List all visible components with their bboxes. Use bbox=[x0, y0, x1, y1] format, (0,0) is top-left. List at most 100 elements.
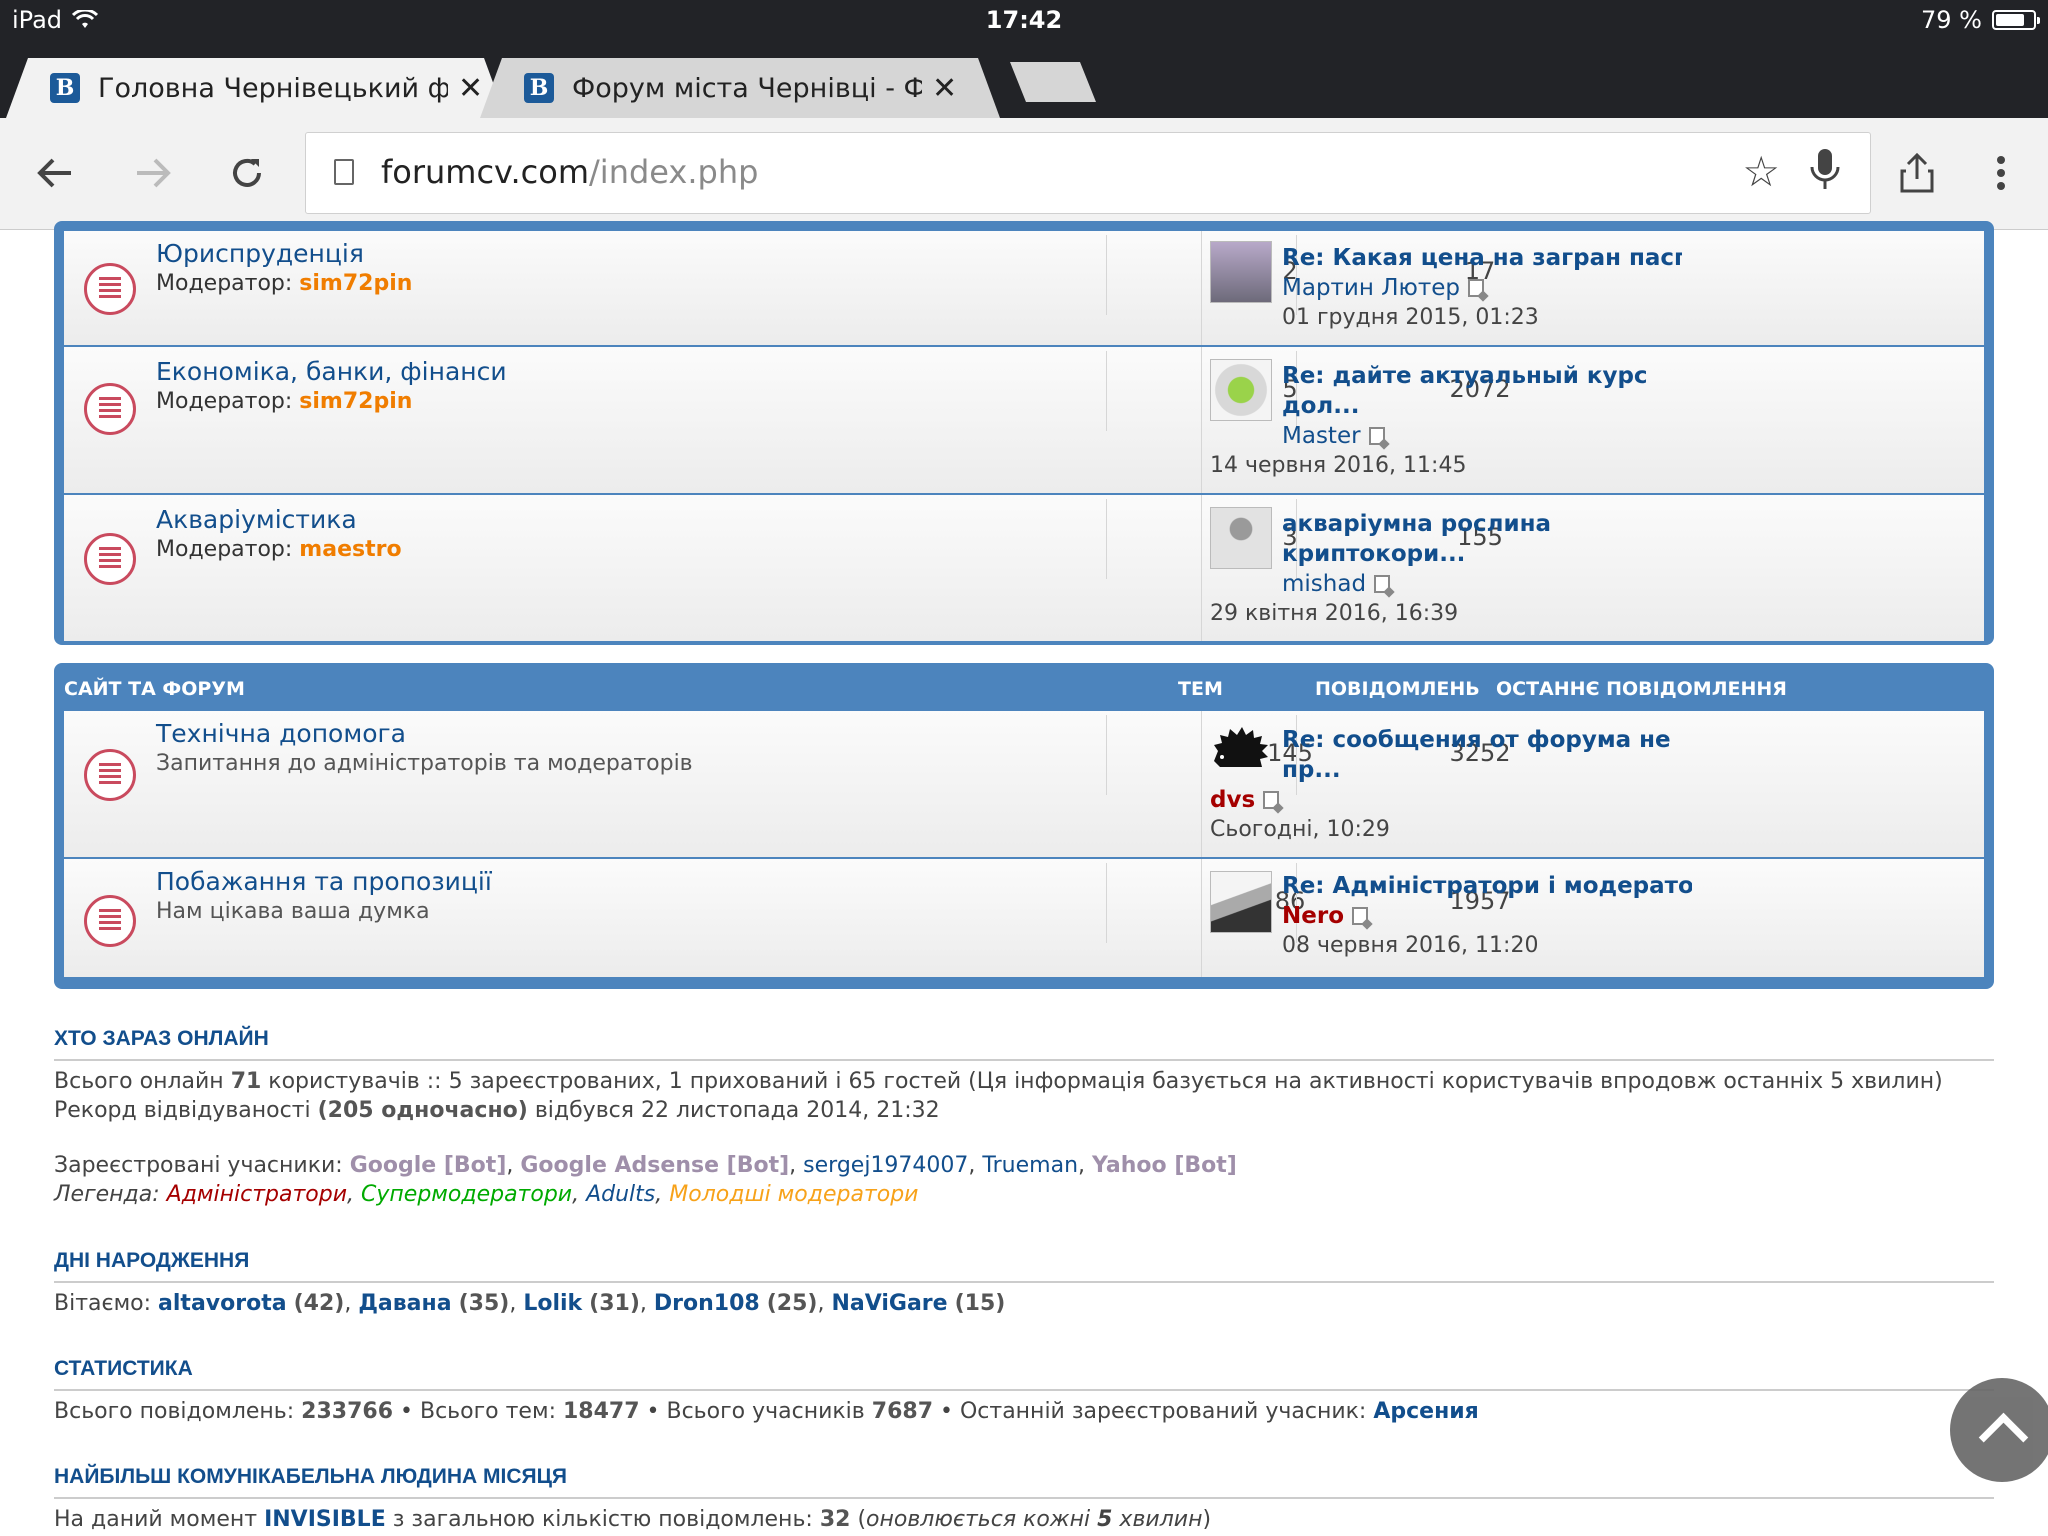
tab-forum[interactable]: В Форум міста Чернівці - Фо ✕ bbox=[480, 58, 1000, 118]
avatar[interactable] bbox=[1210, 241, 1272, 303]
last-post-title[interactable]: акваріумна рослина криптокори... bbox=[1282, 509, 1702, 569]
forum-read-icon bbox=[84, 749, 136, 801]
forum-title[interactable]: Юриспруденція bbox=[156, 239, 364, 268]
scroll-to-top-button[interactable] bbox=[1950, 1378, 2048, 1482]
forum-row[interactable]: Юриспруденція Модератор: sim72pin 2 17 R… bbox=[64, 231, 1984, 347]
forum-moderator: Модератор: sim72pin bbox=[156, 389, 413, 414]
go-to-post-icon[interactable] bbox=[1352, 907, 1368, 925]
top-poster-section: НАЙБІЛЬШ КОМУНІКАБЕЛЬНА ЛЮДИНА МІСЯЦЯ На… bbox=[54, 1465, 1994, 1534]
legend-admins[interactable]: Адміністратори bbox=[167, 1182, 347, 1207]
forum-title[interactable]: Побажання та пропозиції bbox=[156, 867, 492, 896]
last-post-title[interactable]: Re: Какая цена на загран пасп... bbox=[1282, 243, 1682, 273]
forum-row[interactable]: Економіка, банки, фінанси Модератор: sim… bbox=[64, 347, 1984, 495]
battery-fill bbox=[1996, 14, 2025, 26]
user-link[interactable]: Lolik bbox=[523, 1291, 582, 1316]
avatar[interactable] bbox=[1210, 507, 1272, 569]
statistics-line: Всього повідомлень: 233766 • Всього тем:… bbox=[54, 1399, 1479, 1424]
section-heading: СТАТИСТИКА bbox=[54, 1357, 1994, 1391]
last-post-title[interactable]: Re: сообщения от форума не пр... bbox=[1282, 725, 1702, 785]
user-link[interactable]: INVISIBLE bbox=[264, 1507, 386, 1532]
online-summary: Всього онлайн 71 користувачів :: 5 зареє… bbox=[54, 1069, 1943, 1094]
forum-title[interactable]: Технічна допомога bbox=[156, 719, 406, 748]
forum-read-icon bbox=[84, 533, 136, 585]
last-post-user[interactable]: Master bbox=[1282, 423, 1385, 449]
user-link[interactable]: Google [Bot] bbox=[350, 1153, 507, 1178]
newest-member-link[interactable]: Арсения bbox=[1373, 1399, 1478, 1424]
forum-read-icon bbox=[84, 263, 136, 315]
go-to-post-icon[interactable] bbox=[1468, 279, 1485, 297]
more-vertical-icon bbox=[1997, 156, 2005, 190]
forum-row[interactable]: Побажання та пропозиції Нам цікава ваша … bbox=[64, 859, 1984, 977]
url-path: /index.php bbox=[589, 153, 759, 191]
last-post-title[interactable]: Re: дайте актуальный курс дол... bbox=[1282, 361, 1702, 421]
tab-home[interactable]: В Головна Чернівецький фор ✕ bbox=[6, 58, 506, 118]
share-icon bbox=[1900, 153, 1934, 193]
url-text: forumcv.com/index.php bbox=[381, 153, 758, 191]
microphone-icon[interactable] bbox=[1808, 147, 1842, 197]
user-link[interactable]: sergej1974007 bbox=[803, 1153, 968, 1178]
last-post-user[interactable]: dvs bbox=[1210, 787, 1280, 813]
forum-row[interactable]: Акваріумістика Модератор: maestro 3 155 … bbox=[64, 495, 1984, 641]
category-title[interactable]: САЙТ ТА ФОРУМ bbox=[64, 678, 245, 700]
last-post-user[interactable]: mishad bbox=[1282, 571, 1391, 597]
last-post-date: 14 червня 2016, 11:45 bbox=[1210, 453, 1467, 478]
hedgehog-avatar-icon[interactable] bbox=[1210, 727, 1270, 775]
legend-junior-mods[interactable]: Молодші модератори bbox=[669, 1182, 918, 1207]
address-bar[interactable]: forumcv.com/index.php ☆ bbox=[305, 132, 1871, 214]
forum-moderator: Модератор: maestro bbox=[156, 537, 402, 562]
status-bar: iPad 17:42 79 % bbox=[0, 0, 2048, 42]
reload-icon bbox=[233, 158, 261, 187]
reload-button[interactable] bbox=[222, 148, 272, 198]
column-last-post: ОСТАННЄ ПОВІДОМЛЕННЯ bbox=[1496, 678, 1787, 700]
legend-adults[interactable]: Adults bbox=[586, 1182, 655, 1207]
bookmark-star-icon[interactable]: ☆ bbox=[1742, 147, 1780, 196]
forum-description: Нам цікава ваша думка bbox=[156, 899, 430, 924]
menu-button[interactable] bbox=[1976, 148, 2026, 198]
tab-title: Головна Чернівецький фор bbox=[98, 72, 448, 104]
column-posts: ПОВІДОМЛЕНЬ bbox=[1315, 678, 1480, 700]
user-link[interactable]: Давана bbox=[358, 1291, 451, 1316]
forward-button[interactable] bbox=[128, 148, 178, 198]
last-post-title[interactable]: Re: Адміністратори і модерато... bbox=[1282, 871, 1692, 901]
back-button[interactable] bbox=[30, 148, 80, 198]
legend: Легенда: Адміністратори, Супермодератори… bbox=[54, 1182, 919, 1207]
forum-description: Запитання до адміністраторів та модерато… bbox=[156, 751, 693, 776]
forum-moderator: Модератор: sim72pin bbox=[156, 271, 413, 296]
last-post-user[interactable]: Мартин Лютер bbox=[1282, 275, 1485, 301]
avatar[interactable] bbox=[1210, 871, 1272, 933]
forum-read-icon bbox=[84, 895, 136, 947]
user-link[interactable]: Google Adsense [Bot] bbox=[520, 1153, 789, 1178]
section-heading: ХТО ЗАРАЗ ОНЛАЙН bbox=[54, 1027, 1994, 1061]
browser-chrome-top: iPad 17:42 79 % В Головна Чернівецький ф… bbox=[0, 0, 2048, 118]
section-heading: ДНІ НАРОДЖЕННЯ bbox=[54, 1249, 1994, 1283]
site-favicon-icon: В bbox=[50, 73, 80, 103]
battery-percent: 79 % bbox=[1921, 6, 1982, 34]
go-to-post-icon[interactable] bbox=[1263, 791, 1280, 809]
share-button[interactable] bbox=[1892, 148, 1942, 198]
user-link[interactable]: Dron108 bbox=[654, 1291, 760, 1316]
last-post-user[interactable]: Nero bbox=[1282, 903, 1368, 929]
moderator-link[interactable]: sim72pin bbox=[299, 389, 412, 414]
user-link[interactable]: altavorota bbox=[158, 1291, 287, 1316]
close-tab-icon[interactable]: ✕ bbox=[932, 71, 957, 106]
last-post-date: Сьогодні, 10:29 bbox=[1210, 817, 1390, 842]
go-to-post-icon[interactable] bbox=[1374, 575, 1391, 593]
forum-title[interactable]: Акваріумістика bbox=[156, 505, 357, 534]
forum-category-panel: Юриспруденція Модератор: sim72pin 2 17 R… bbox=[54, 221, 1994, 645]
go-to-post-icon[interactable] bbox=[1368, 427, 1385, 445]
forward-arrow-icon bbox=[137, 158, 171, 188]
avatar[interactable] bbox=[1210, 359, 1272, 421]
user-link[interactable]: Yahoo [Bot] bbox=[1092, 1153, 1237, 1178]
user-link[interactable]: NaViGare bbox=[831, 1291, 947, 1316]
moderator-link[interactable]: sim72pin bbox=[299, 271, 412, 296]
new-tab-button[interactable] bbox=[1010, 62, 1096, 102]
registered-users: Зареєстровані учасники: Google [Bot], Go… bbox=[54, 1153, 1237, 1178]
forum-title[interactable]: Економіка, банки, фінанси bbox=[156, 357, 507, 386]
user-link[interactable]: Trueman bbox=[982, 1153, 1078, 1178]
moderator-link[interactable]: maestro bbox=[299, 537, 401, 562]
statistics-section: СТАТИСТИКА Всього повідомлень: 233766 • … bbox=[54, 1357, 1994, 1426]
browser-toolbar: forumcv.com/index.php ☆ bbox=[0, 118, 2048, 230]
forum-row[interactable]: Технічна допомога Запитання до адміністр… bbox=[64, 711, 1984, 859]
legend-supermods[interactable]: Супермодератори bbox=[361, 1182, 572, 1207]
column-topics: ТЕМ bbox=[1178, 678, 1223, 700]
